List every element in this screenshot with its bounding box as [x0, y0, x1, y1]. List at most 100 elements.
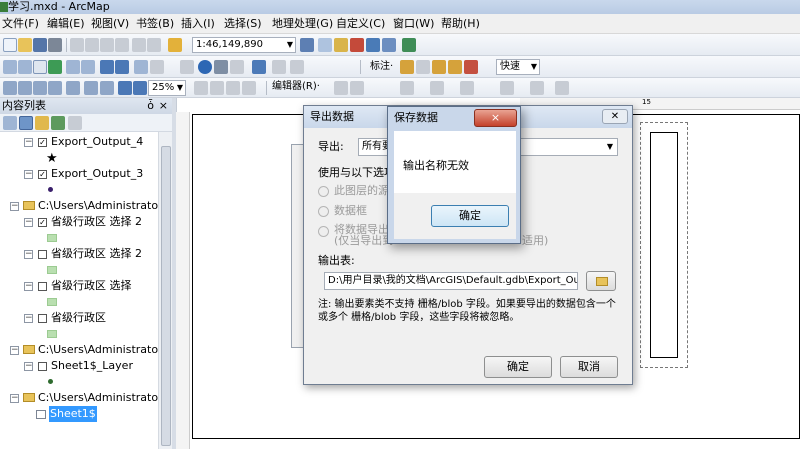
collapse-icon[interactable]: − [24, 362, 33, 371]
layout-pan-icon[interactable] [33, 81, 47, 95]
lock-labels-icon[interactable] [432, 60, 446, 74]
zoom-100-icon[interactable] [66, 81, 80, 95]
view-unplaced-icon[interactable] [448, 60, 462, 74]
html-popup-icon[interactable] [290, 60, 304, 74]
map-scale-combo[interactable]: 1:46,149,890 ▼ [192, 37, 296, 53]
layout-zoom-combo[interactable]: 25% ▼ [148, 80, 186, 96]
time-slider-icon[interactable] [272, 60, 286, 74]
close-icon[interactable]: ✕ [602, 109, 628, 124]
layout-zoom-out-icon[interactable] [18, 81, 32, 95]
toc-options-icon[interactable] [68, 116, 82, 130]
attributes-icon[interactable] [460, 81, 474, 95]
menu-insert[interactable]: 插入(I) [181, 17, 215, 31]
label-quality-combo[interactable]: 快速 ▼ [496, 59, 540, 75]
layout-forward-icon[interactable] [133, 81, 147, 95]
select-features-icon[interactable] [134, 60, 148, 74]
toc-window-icon[interactable] [318, 38, 332, 52]
toc-scrollbar[interactable] [158, 132, 172, 449]
collapse-icon[interactable]: − [24, 218, 33, 227]
split-tool-icon[interactable] [430, 81, 444, 95]
radio-data-frame[interactable] [318, 206, 329, 217]
undo-icon[interactable] [132, 38, 146, 52]
identify-icon[interactable] [198, 60, 212, 74]
toggle-draft-icon[interactable] [194, 81, 208, 95]
clear-selection-icon[interactable] [150, 60, 164, 74]
zoom-out-icon[interactable] [18, 60, 32, 74]
menu-help[interactable]: 帮助(H) [441, 17, 480, 31]
pin-icon[interactable]: ȱ [147, 98, 154, 114]
collapse-icon[interactable]: − [10, 346, 19, 355]
collapse-icon[interactable]: − [24, 250, 33, 259]
go-back-icon[interactable] [100, 60, 114, 74]
menu-customize[interactable]: 自定义(C) [336, 17, 385, 31]
fixed-zoom-layout-icon[interactable] [84, 81, 98, 95]
ok-button[interactable]: 确定 [484, 356, 552, 378]
edit-tool-icon[interactable] [334, 81, 348, 95]
change-layout-icon[interactable] [226, 81, 240, 95]
editor-menu[interactable]: 编辑器(R)· [272, 80, 320, 94]
focus-data-frame-icon[interactable] [210, 81, 224, 95]
list-by-source-icon[interactable] [19, 116, 33, 130]
layer-checkbox[interactable] [38, 362, 47, 371]
layer-checkbox[interactable]: ✓ [38, 170, 47, 179]
new-document-icon[interactable] [3, 38, 17, 52]
menu-edit[interactable]: 编辑(E) [47, 17, 85, 31]
close-icon[interactable]: × [474, 109, 517, 127]
measure-icon[interactable] [230, 60, 244, 74]
zoom-in-icon[interactable] [3, 60, 17, 74]
label-icon[interactable] [416, 60, 430, 74]
paste-icon[interactable] [100, 38, 114, 52]
layer-export-output-4[interactable]: − ✓ Export_Output_4 [0, 134, 158, 150]
label-toolbar-label[interactable]: 标注· [370, 60, 393, 74]
output-path-input[interactable]: D:\用户目录\我的文档\ArcGIS\Default.gdb\Export_O… [324, 272, 578, 290]
straight-segment-icon[interactable] [400, 81, 414, 95]
layer-sheet1-layer[interactable]: − Sheet1$_Layer [0, 358, 158, 374]
cut-icon[interactable] [70, 38, 84, 52]
model-builder-icon[interactable] [402, 38, 416, 52]
list-by-visibility-icon[interactable] [35, 116, 49, 130]
message-ok-button[interactable]: 确定 [431, 205, 509, 227]
go-forward-icon[interactable] [115, 60, 129, 74]
data-driven-pages-icon[interactable] [242, 81, 256, 95]
folder-group[interactable]: − C:\Users\Administrator\ [0, 390, 158, 406]
editor-options-icon[interactable] [555, 81, 569, 95]
layer-province[interactable]: − 省级行政区 [0, 310, 158, 326]
menu-windows[interactable]: 窗口(W) [393, 17, 434, 31]
list-by-drawing-order-icon[interactable] [3, 116, 17, 130]
redo-icon[interactable] [147, 38, 161, 52]
save-icon[interactable] [33, 38, 47, 52]
menu-geoprocessing[interactable]: 地理处理(G) [272, 17, 333, 31]
layer-province-selection[interactable]: − 省级行政区 选择 [0, 278, 158, 294]
edit-annotation-icon[interactable] [350, 81, 364, 95]
pan-icon[interactable] [33, 60, 47, 74]
arctoolbox-icon[interactable] [366, 38, 380, 52]
layer-checkbox[interactable] [38, 282, 47, 291]
layer-checkbox[interactable]: ✓ [38, 218, 47, 227]
open-icon[interactable] [18, 38, 32, 52]
hyperlink-icon[interactable] [252, 60, 266, 74]
folder-group[interactable]: − C:\Users\Administrator\ [0, 198, 158, 214]
list-by-selection-icon[interactable] [51, 116, 65, 130]
print-icon[interactable] [48, 38, 62, 52]
cancel-button[interactable]: 取消 [560, 356, 618, 378]
find-icon[interactable] [214, 60, 228, 74]
catalog-icon[interactable] [334, 38, 348, 52]
collapse-icon[interactable]: − [24, 170, 33, 179]
add-data-icon[interactable] [168, 38, 182, 52]
close-icon[interactable]: × [159, 98, 168, 114]
editor-toolbar-icon[interactable] [300, 38, 314, 52]
collapse-icon[interactable]: − [10, 394, 19, 403]
radio-layer-source[interactable] [318, 186, 329, 197]
zoom-whole-page-icon[interactable] [48, 81, 62, 95]
layer-checkbox[interactable]: ✓ [38, 138, 47, 147]
search-window-icon[interactable] [350, 38, 364, 52]
menu-file[interactable]: 文件(F) [2, 17, 39, 31]
collapse-icon[interactable]: − [24, 138, 33, 147]
layer-checkbox[interactable] [38, 250, 47, 259]
menu-bookmarks[interactable]: 书签(B) [136, 17, 174, 31]
layout-fixed-out-icon[interactable] [100, 81, 114, 95]
fixed-zoom-out-icon[interactable] [81, 60, 95, 74]
layout-back-icon[interactable] [118, 81, 132, 95]
delete-icon[interactable] [115, 38, 129, 52]
radio-feature-dataset[interactable] [318, 226, 329, 237]
